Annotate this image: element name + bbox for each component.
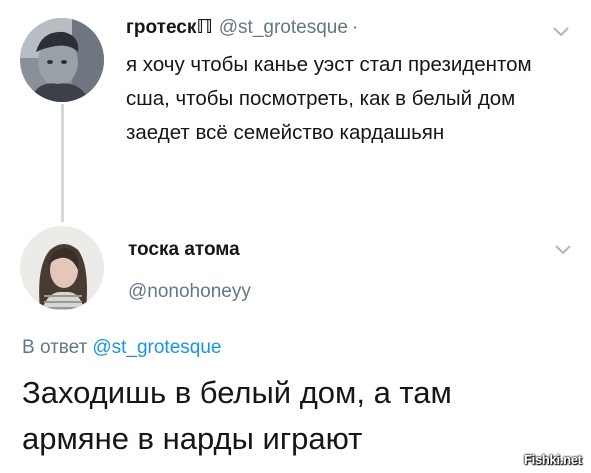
display-name[interactable]: гротескℿ xyxy=(126,17,213,38)
reply-mention-link[interactable]: @st_grotesque xyxy=(92,337,221,358)
watermark: Fishki.net xyxy=(524,452,582,467)
user-handle[interactable]: @st_grotesque xyxy=(219,17,348,38)
thread-connector-line xyxy=(61,104,64,222)
male-portrait-avatar-icon xyxy=(20,18,104,102)
tweet-text: я хочу чтобы канье уэст стал президентом… xyxy=(126,53,532,144)
display-name[interactable]: тоска атома xyxy=(128,238,240,262)
tweet-menu-button[interactable] xyxy=(553,26,569,38)
female-portrait-avatar-icon xyxy=(20,226,104,310)
avatar[interactable] xyxy=(20,226,104,310)
tweet-header: гротескℿ @st_grotesque · xyxy=(126,16,358,40)
reply-prefix: В ответ xyxy=(22,337,88,358)
reply-context: В ответ @st_grotesque xyxy=(22,336,221,360)
separator-dot: · xyxy=(351,17,359,38)
user-handle[interactable]: @nonohoneyy xyxy=(128,280,251,304)
avatar[interactable] xyxy=(20,18,104,102)
tweet-menu-button[interactable] xyxy=(555,244,571,256)
tweet-text: Заходишь в белый дом, а там армяне в нар… xyxy=(22,375,452,456)
chevron-down-icon xyxy=(553,27,569,37)
chevron-down-icon xyxy=(555,245,571,255)
